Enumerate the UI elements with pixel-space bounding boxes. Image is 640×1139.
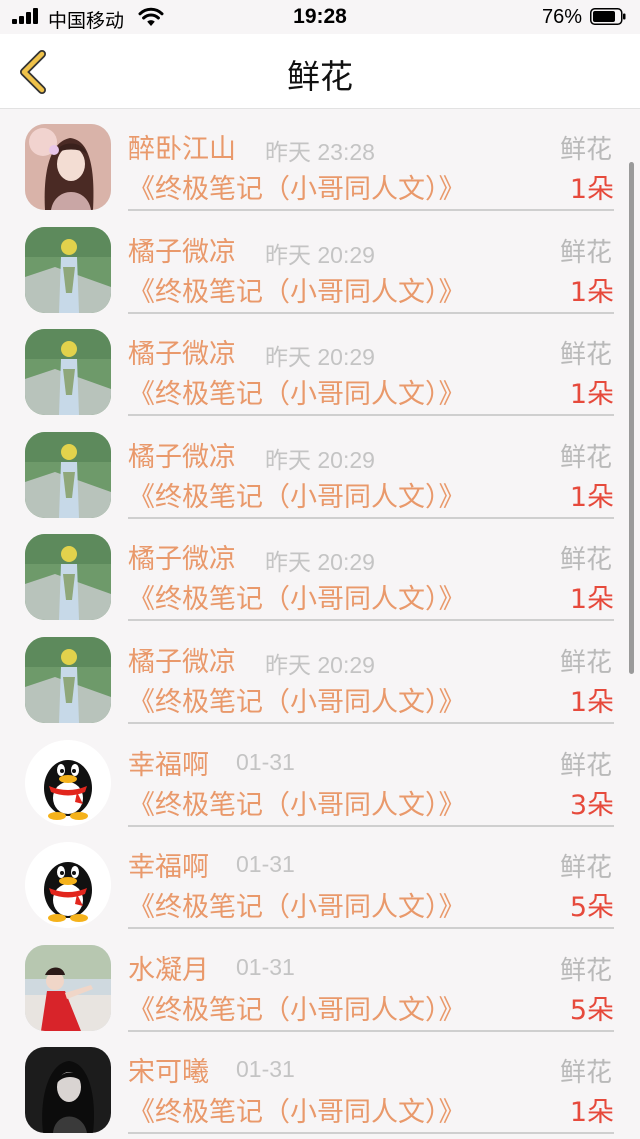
- timestamp: 昨天 20:29: [265, 446, 375, 473]
- gift-type: 鲜花: [559, 135, 612, 165]
- timestamp: 昨天 20:29: [265, 652, 375, 678]
- book-title: 《终极笔记（小哥同人文）》: [128, 481, 466, 513]
- avatar: [25, 944, 111, 1031]
- gift-type: 鲜花: [559, 545, 612, 576]
- book-title: 《终极笔记（小哥同人文）》: [128, 379, 466, 411]
- book-title: 《终极笔记（小哥同人文）》: [128, 789, 466, 821]
- sender-name: 橘子微凉: [128, 236, 236, 268]
- list-item[interactable]: 幸福啊 01-31 鲜花 《终极笔记（小哥同人文）》 3朵: [0, 725, 640, 828]
- scrollbar[interactable]: [629, 162, 634, 674]
- flower-count: 5朵: [569, 994, 614, 1026]
- sender-name: 橘子微凉: [128, 647, 236, 678]
- battery-icon: [590, 8, 626, 25]
- flower-count: 1朵: [569, 174, 614, 205]
- book-title: 《终极笔记（小哥同人文）》: [128, 1097, 466, 1129]
- sender-name: 橘子微凉: [128, 544, 236, 576]
- gift-type: 鲜花: [559, 442, 612, 473]
- timestamp: 01-31: [236, 851, 295, 878]
- list-item[interactable]: 幸福啊 01-31 鲜花 《终极笔记（小哥同人文）》 5朵: [0, 827, 640, 930]
- sender-name: 醉卧江山: [128, 134, 236, 165]
- list-item[interactable]: 橘子微凉 昨天 20:29 鲜花 《终极笔记（小哥同人文）》 1朵: [0, 417, 640, 520]
- flower-count: 1朵: [569, 379, 614, 411]
- list-item[interactable]: 橘子微凉 昨天 20:29 鲜花 《终极笔记（小哥同人文）》 1朵: [0, 519, 640, 622]
- flower-count: 5朵: [569, 892, 614, 924]
- battery-percent: 76%: [542, 6, 583, 28]
- row-divider: [128, 1132, 614, 1135]
- avatar: [25, 431, 111, 518]
- avatar: [25, 124, 111, 210]
- book-title: 《终极笔记（小哥同人文）》: [128, 174, 466, 205]
- flower-count: 1朵: [569, 1097, 614, 1129]
- flower-count: 1朵: [569, 584, 614, 616]
- sender-name: 宋可曦: [128, 1057, 209, 1089]
- avatar: [25, 1047, 111, 1134]
- gift-type: 鲜花: [559, 955, 612, 986]
- avatar: [25, 739, 111, 826]
- book-title: 《终极笔记（小哥同人文）》: [128, 892, 466, 924]
- timestamp: 01-31: [236, 1056, 295, 1083]
- book-title: 《终极笔记（小哥同人文）》: [128, 276, 466, 308]
- sender-name: 幸福啊: [128, 749, 209, 781]
- flower-gift-list: 醉卧江山 昨天 23:28 鲜花 《终极笔记（小哥同人文）》 1朵 橘子微凉 昨…: [0, 109, 640, 1139]
- list-item[interactable]: 橘子微凉 昨天 20:29 鲜花 《终极笔记（小哥同人文）》 1朵: [0, 622, 640, 725]
- book-title: 《终极笔记（小哥同人文）》: [128, 994, 466, 1026]
- list-item[interactable]: 橘子微凉 昨天 20:29 鲜花 《终极笔记（小哥同人文）》 1朵: [0, 314, 640, 417]
- sender-name: 橘子微凉: [128, 339, 236, 371]
- timestamp: 昨天 20:29: [265, 241, 375, 268]
- timestamp: 昨天 20:29: [265, 344, 375, 371]
- avatar: [25, 842, 111, 929]
- avatar: [25, 637, 111, 723]
- gift-type: 鲜花: [559, 853, 612, 884]
- sender-name: 幸福啊: [128, 852, 209, 884]
- avatar: [25, 226, 111, 313]
- list-item[interactable]: 水凝月 01-31 鲜花 《终极笔记（小哥同人文）》 5朵: [0, 930, 640, 1033]
- timestamp: 01-31: [236, 748, 295, 775]
- gift-type: 鲜花: [559, 750, 612, 781]
- flower-count: 1朵: [569, 276, 614, 308]
- book-title: 《终极笔记（小哥同人文）》: [128, 687, 466, 718]
- page-title: 鲜花: [287, 57, 353, 96]
- status-bar: 中国移动 19:28 76%: [0, 0, 640, 34]
- avatar: [25, 329, 111, 416]
- avatar: [25, 534, 111, 621]
- list-item[interactable]: 宋可曦 01-31 鲜花 《终极笔记（小哥同人文）》 1朵: [0, 1032, 640, 1135]
- gift-type: 鲜花: [559, 237, 612, 268]
- gift-type: 鲜花: [559, 648, 612, 678]
- gift-type: 鲜花: [559, 1058, 612, 1089]
- timestamp: 01-31: [236, 953, 295, 980]
- gift-type: 鲜花: [559, 340, 612, 371]
- list-item[interactable]: 醉卧江山 昨天 23:28 鲜花 《终极笔记（小哥同人文）》 1朵: [0, 109, 640, 212]
- list-item[interactable]: 橘子微凉 昨天 20:29 鲜花 《终极笔记（小哥同人文）》 1朵: [0, 212, 640, 315]
- flower-count: 3朵: [569, 789, 614, 821]
- timestamp: 昨天 20:29: [265, 549, 375, 576]
- book-title: 《终极笔记（小哥同人文）》: [128, 584, 466, 616]
- flower-count: 1朵: [569, 481, 614, 513]
- timestamp: 昨天 23:28: [265, 139, 375, 165]
- nav-bar: 鲜花: [0, 34, 640, 109]
- flower-count: 1朵: [569, 687, 614, 718]
- sender-name: 橘子微凉: [128, 441, 236, 473]
- sender-name: 水凝月: [128, 954, 209, 986]
